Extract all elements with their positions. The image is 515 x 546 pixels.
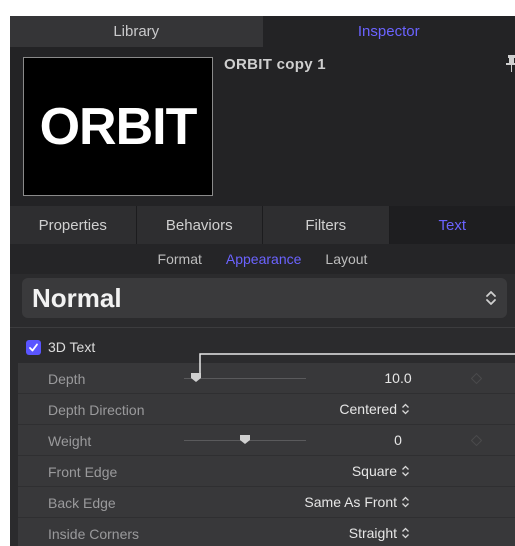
tab-text[interactable]: Text <box>389 206 515 244</box>
keyframe-diamond-icon[interactable] <box>471 373 482 384</box>
param-label: Depth Direction <box>48 402 145 418</box>
up-down-chevron-icon <box>402 465 409 477</box>
popup-value: Centered <box>339 401 397 417</box>
back-edge-popup[interactable]: Same As Front <box>304 494 410 510</box>
depth-slider-knob[interactable] <box>190 372 202 383</box>
preset-label: Normal <box>32 282 122 313</box>
param-label: Back Edge <box>48 495 116 511</box>
up-down-chevron-icon <box>402 496 409 508</box>
subtab-layout[interactable]: Layout <box>325 251 367 267</box>
section-tab-bar: Properties Behaviors Filters Text <box>10 206 515 244</box>
param-row-depth-direction: Depth Direction Centered <box>18 394 515 425</box>
inside-corners-popup[interactable]: Straight <box>349 525 410 541</box>
depth-slider[interactable] <box>184 378 306 379</box>
subtab-appearance[interactable]: Appearance <box>226 251 302 267</box>
tab-library[interactable]: Library <box>10 16 263 47</box>
weight-slider-knob[interactable] <box>239 434 251 445</box>
depth-value-field[interactable]: 10.0 <box>358 370 438 386</box>
object-name: ORBIT copy 1 <box>224 56 326 73</box>
popup-value: Square <box>351 463 397 479</box>
param-row-inside-corners: Inside Corners Straight <box>18 518 515 546</box>
front-edge-popup[interactable]: Square <box>352 463 410 479</box>
param-label: Inside Corners <box>48 526 140 542</box>
preset-popup[interactable]: Normal <box>22 278 507 318</box>
3d-text-checkbox[interactable] <box>26 339 41 355</box>
divider <box>10 327 515 328</box>
param-row-depth: Depth 10.0 <box>18 363 515 394</box>
param-row-front-edge: Front Edge Square <box>18 456 515 487</box>
keyframe-diamond-icon[interactable] <box>471 435 482 446</box>
thumbnail-text: ORBIT <box>39 97 198 156</box>
group-label: 3D Text <box>48 339 96 355</box>
inspector-panel: Library Inspector ORBIT ORBIT copy 1 Pro… <box>10 16 515 546</box>
pin-icon[interactable] <box>506 55 515 77</box>
subtab-bar: Format Appearance Layout <box>10 244 515 274</box>
tab-properties[interactable]: Properties <box>10 206 137 244</box>
param-label: Front Edge <box>48 464 118 480</box>
subtab-format[interactable]: Format <box>158 251 202 267</box>
popup-value: Straight <box>348 525 397 541</box>
top-tab-bar: Library Inspector <box>10 16 515 47</box>
checkmark-icon <box>29 343 38 351</box>
param-label: Depth <box>48 371 86 387</box>
param-row-weight: Weight 0 <box>18 425 515 456</box>
param-row-back-edge: Back Edge Same As Front <box>18 487 515 518</box>
group-3d-text: 3D Text <box>10 332 515 362</box>
param-label: Weight <box>48 433 92 449</box>
up-down-chevron-icon <box>402 403 409 415</box>
tab-inspector[interactable]: Inspector <box>262 16 515 47</box>
up-down-chevron-icon <box>402 527 409 539</box>
weight-value-field[interactable]: 0 <box>358 432 438 448</box>
depth-direction-popup[interactable]: Centered <box>339 401 410 417</box>
preview-area: ORBIT ORBIT copy 1 <box>10 47 515 206</box>
preview-thumbnail: ORBIT <box>23 57 213 196</box>
tab-filters[interactable]: Filters <box>263 206 390 244</box>
popup-value: Same As Front <box>304 494 397 510</box>
up-down-chevron-icon <box>486 291 496 305</box>
tab-behaviors[interactable]: Behaviors <box>136 206 263 244</box>
parameter-list: Depth 10.0 Depth Direction Centered Weig… <box>18 363 515 546</box>
